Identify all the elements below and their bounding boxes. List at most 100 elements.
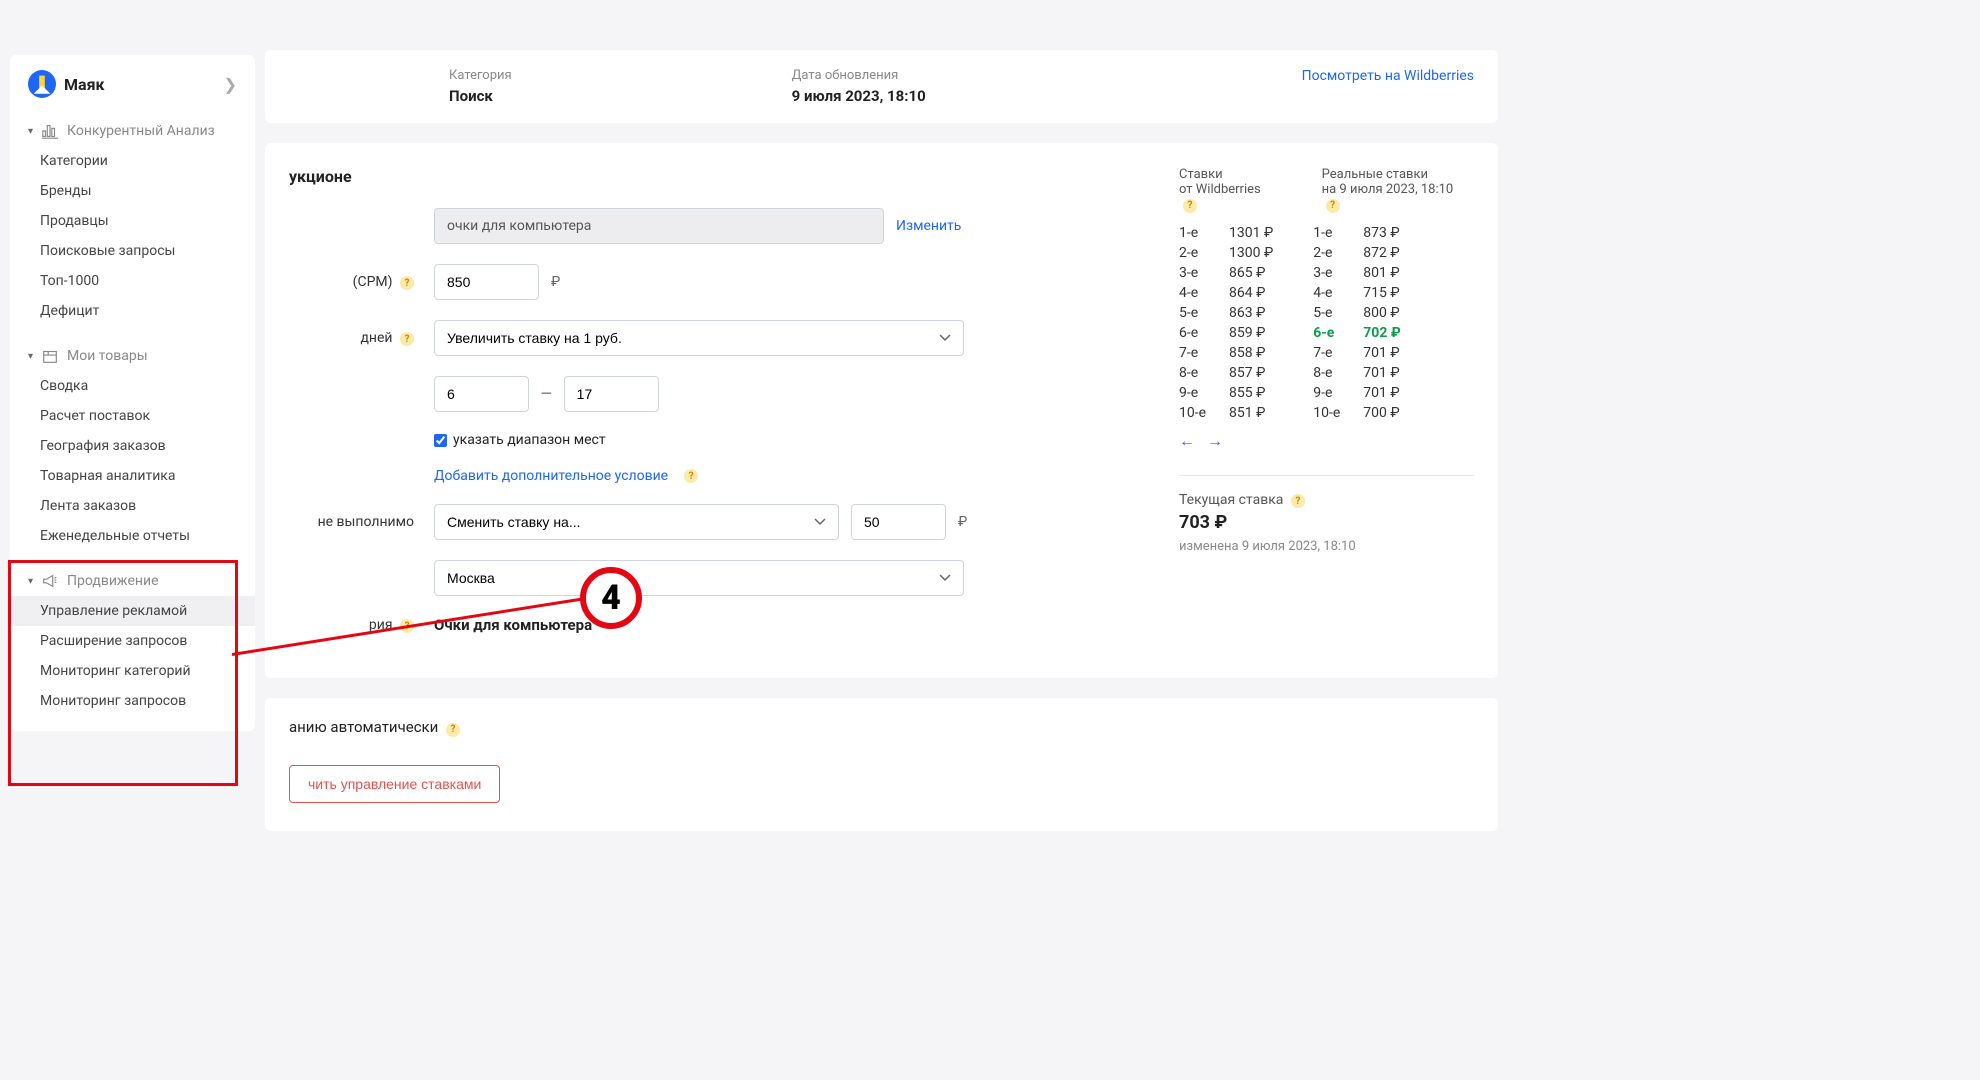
logo-icon	[28, 70, 56, 98]
rate-row: 4-е864 ₽	[1179, 285, 1273, 301]
wb-rates-label: Ставки	[1179, 167, 1282, 182]
rate-row: 1-е873 ₽	[1313, 225, 1400, 241]
real-rates-label: Реальные ставки	[1322, 167, 1474, 182]
chevron-down-icon: ▾	[28, 351, 33, 362]
sidebar-item-category-monitoring[interactable]: Мониторинг категорий	[10, 656, 255, 686]
range-to-input[interactable]	[564, 376, 659, 412]
disable-management-button[interactable]: чить управление ставками	[289, 765, 500, 803]
box-icon	[41, 347, 59, 365]
rates-panel: Ставки от Wildberries ? Реальные ставки …	[1159, 167, 1474, 654]
sidebar-item-brands[interactable]: Бренды	[10, 176, 255, 206]
collapse-icon[interactable]: ❯	[224, 75, 237, 94]
rate-row: 1-е1301 ₽	[1179, 225, 1273, 241]
help-icon[interactable]: ?	[1183, 199, 1197, 213]
arrow-right-icon[interactable]: →	[1207, 431, 1223, 451]
sidebar-item-ad-management[interactable]: Управление рекламой	[10, 596, 255, 626]
range-separator: —	[541, 386, 552, 402]
fallback-value-input[interactable]	[851, 504, 946, 540]
nav-section-promotion[interactable]: ▾ Продвижение	[10, 566, 255, 596]
change-link[interactable]: Изменить	[896, 218, 961, 234]
view-wildberries-link[interactable]: Посмотреть на Wildberries	[1302, 68, 1474, 84]
sidebar-item-deficit[interactable]: Дефицит	[10, 296, 255, 326]
sidebar-item-supply-calc[interactable]: Расчет поставок	[10, 401, 255, 431]
auto-text: анию автоматически	[289, 718, 438, 736]
rate-row: 6-е702 ₽	[1313, 325, 1400, 341]
chevron-down-icon: ▾	[28, 576, 33, 587]
sidebar: Маяк ❯ ▾ Конкурентный Анализ Категории Б…	[10, 55, 255, 731]
strategy-select[interactable]: Увеличить ставку на 1 руб.	[434, 320, 964, 356]
category-label: Категория	[449, 68, 512, 83]
rate-row: 8-е857 ₽	[1179, 365, 1273, 381]
wb-rates-list: 1-е1301 ₽ 2-е1300 ₽ 3-е865 ₽ 4-е864 ₽ 5-е863…	[1179, 225, 1273, 421]
category-name: Очки для компьютера	[434, 616, 592, 634]
category-value: Поиск	[449, 87, 512, 105]
sidebar-item-product-analytics[interactable]: Товарная аналитика	[10, 461, 255, 491]
current-rate-value: 703 ₽	[1179, 512, 1474, 533]
sidebar-item-weekly-reports[interactable]: Еженедельные отчеты	[10, 521, 255, 551]
sidebar-item-summary[interactable]: Сводка	[10, 371, 255, 401]
rate-row: 6-е859 ₽	[1179, 325, 1273, 341]
brand-name: Маяк	[64, 75, 105, 94]
help-icon[interactable]: ?	[400, 332, 414, 346]
sidebar-item-categories[interactable]: Категории	[10, 146, 255, 176]
rate-row: 8-е701 ₽	[1313, 365, 1400, 381]
cpm-label: (CPM)	[353, 274, 393, 290]
header-card: Категория Поиск Дата обновления 9 июля 2…	[265, 50, 1498, 123]
megaphone-icon	[41, 572, 59, 590]
current-rate-note: изменена 9 июля 2023, 18:10	[1179, 539, 1474, 554]
range-checkbox[interactable]	[434, 434, 447, 447]
sidebar-item-sellers[interactable]: Продавцы	[10, 206, 255, 236]
nav-section-competitive[interactable]: ▾ Конкурентный Анализ	[10, 116, 255, 146]
rate-row: 10-е851 ₽	[1179, 405, 1273, 421]
sidebar-item-order-feed[interactable]: Лента заказов	[10, 491, 255, 521]
rate-row: 3-е865 ₽	[1179, 265, 1273, 281]
chevron-down-icon: ▾	[28, 126, 33, 137]
sidebar-item-query-monitoring[interactable]: Мониторинг запросов	[10, 686, 255, 716]
rate-row: 10-е700 ₽	[1313, 405, 1400, 421]
arrow-left-icon[interactable]: ←	[1179, 431, 1195, 451]
sidebar-item-query-expansion[interactable]: Расширение запросов	[10, 626, 255, 656]
update-date-value: 9 июля 2023, 18:10	[792, 87, 926, 105]
category-field-label: рия	[369, 617, 393, 633]
rate-row: 9-е701 ₽	[1313, 385, 1400, 401]
rate-row: 5-е863 ₽	[1179, 305, 1273, 321]
rate-row: 9-е855 ₽	[1179, 385, 1273, 401]
current-rate-label: Текущая ставка	[1179, 492, 1283, 508]
rate-row: 7-е858 ₽	[1179, 345, 1273, 361]
help-icon[interactable]: ?	[400, 276, 414, 290]
range-checkbox-row[interactable]: указать диапазон мест	[434, 432, 606, 448]
sidebar-item-geo-orders[interactable]: География заказов	[10, 431, 255, 461]
update-date-label: Дата обновления	[792, 68, 926, 83]
chart-icon	[41, 122, 59, 140]
rate-row: 5-е800 ₽	[1313, 305, 1400, 321]
sidebar-item-top1000[interactable]: Топ-1000	[10, 266, 255, 296]
help-icon[interactable]: ?	[1291, 494, 1305, 508]
range-from-input[interactable]	[434, 376, 529, 412]
nav-section-my-products[interactable]: ▾ Мои товары	[10, 341, 255, 371]
real-rates-list: 1-е873 ₽ 2-е872 ₽ 3-е801 ₽ 4-е715 ₽ 5-е800 ₽…	[1313, 225, 1400, 421]
main-card: укционе очки для компьютера Изменить (CP…	[265, 143, 1498, 678]
section-title: укционе	[289, 167, 1119, 186]
help-icon[interactable]: ?	[684, 469, 698, 483]
strategy-label: дней	[360, 330, 392, 346]
help-icon[interactable]: ?	[446, 723, 460, 737]
currency-label: ₽	[551, 274, 560, 290]
logo-row: Маяк ❯	[10, 70, 255, 116]
fallback-select[interactable]: Сменить ставку на...	[434, 504, 839, 540]
rate-row: 2-е1300 ₽	[1179, 245, 1273, 261]
cpm-input[interactable]	[434, 264, 539, 300]
currency-label: ₽	[958, 514, 967, 530]
help-icon[interactable]: ?	[1326, 199, 1340, 213]
auto-card: анию автоматически ? чить управление ста…	[265, 698, 1498, 831]
rate-row: 4-е715 ₽	[1313, 285, 1400, 301]
add-condition-link[interactable]: Добавить дополнительное условие	[434, 468, 668, 484]
rate-row: 3-е801 ₽	[1313, 265, 1400, 281]
query-input[interactable]: очки для компьютера	[434, 208, 884, 244]
rate-row: 2-е872 ₽	[1313, 245, 1400, 261]
fallback-label: не выполнимо	[318, 514, 414, 530]
range-checkbox-label: указать диапазон мест	[453, 432, 606, 448]
rate-row: 7-е701 ₽	[1313, 345, 1400, 361]
sidebar-item-search-queries[interactable]: Поисковые запросы	[10, 236, 255, 266]
region-select[interactable]: Москва	[434, 560, 964, 596]
help-icon[interactable]: ?	[400, 619, 414, 633]
